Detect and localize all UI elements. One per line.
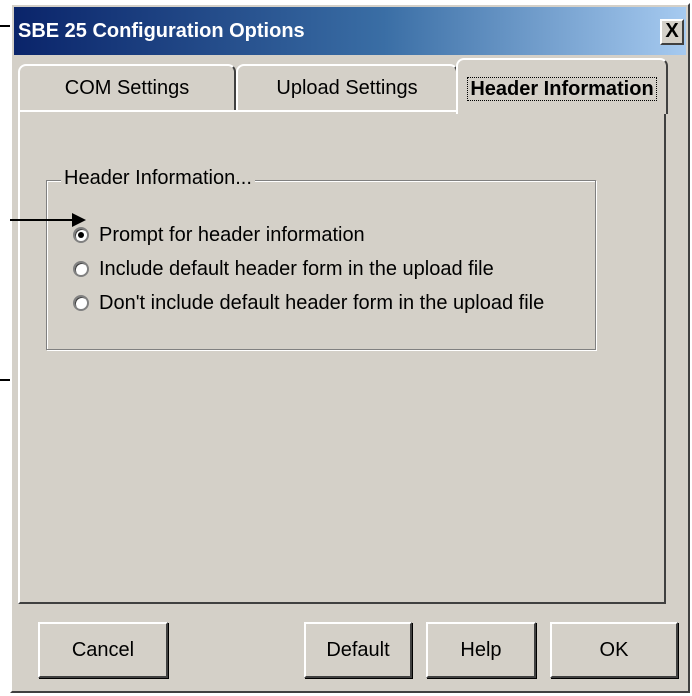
tab-upload-settings[interactable]: Upload Settings (236, 64, 458, 110)
ok-button[interactable]: OK (550, 622, 678, 678)
annotation-arrow-line (10, 219, 74, 221)
header-information-group: Header Information... Prompt for header … (46, 167, 596, 350)
group-label: Header Information... (61, 167, 255, 190)
radio-include-default-header[interactable]: Include default header form in the uploa… (73, 255, 494, 283)
radio-label: Prompt for header information (99, 223, 365, 246)
tab-label: Upload Settings (276, 77, 418, 99)
close-button[interactable]: X (660, 19, 684, 45)
tab-label: COM Settings (64, 77, 190, 99)
tab-header-information[interactable]: Header Information (456, 58, 668, 114)
tab-label: Header Information (467, 77, 657, 101)
radio-label: Include default header form in the uploa… (99, 257, 494, 280)
radio-exclude-default-header[interactable]: Don't include default header form in the… (73, 289, 544, 317)
radio-button-icon[interactable] (73, 261, 89, 277)
radio-label: Don't include default header form in the… (99, 291, 545, 314)
radio-prompt-header[interactable]: Prompt for header information (73, 221, 365, 249)
radio-button-icon[interactable] (73, 295, 89, 311)
help-button[interactable]: Help (426, 622, 536, 678)
radio-button-icon[interactable] (73, 227, 89, 243)
annotation-arrow-head-icon (72, 213, 86, 227)
tab-panel: Header Information... Prompt for header … (18, 110, 666, 604)
default-button[interactable]: Default (304, 622, 412, 678)
window-title: SBE 25 Configuration Options (18, 20, 305, 42)
close-icon: X (665, 20, 679, 42)
cancel-button[interactable]: Cancel (38, 622, 168, 678)
radio-selected-dot-icon (78, 232, 84, 238)
tab-com-settings[interactable]: COM Settings (18, 64, 236, 110)
title-bar[interactable]: SBE 25 Configuration Options X (14, 7, 686, 55)
